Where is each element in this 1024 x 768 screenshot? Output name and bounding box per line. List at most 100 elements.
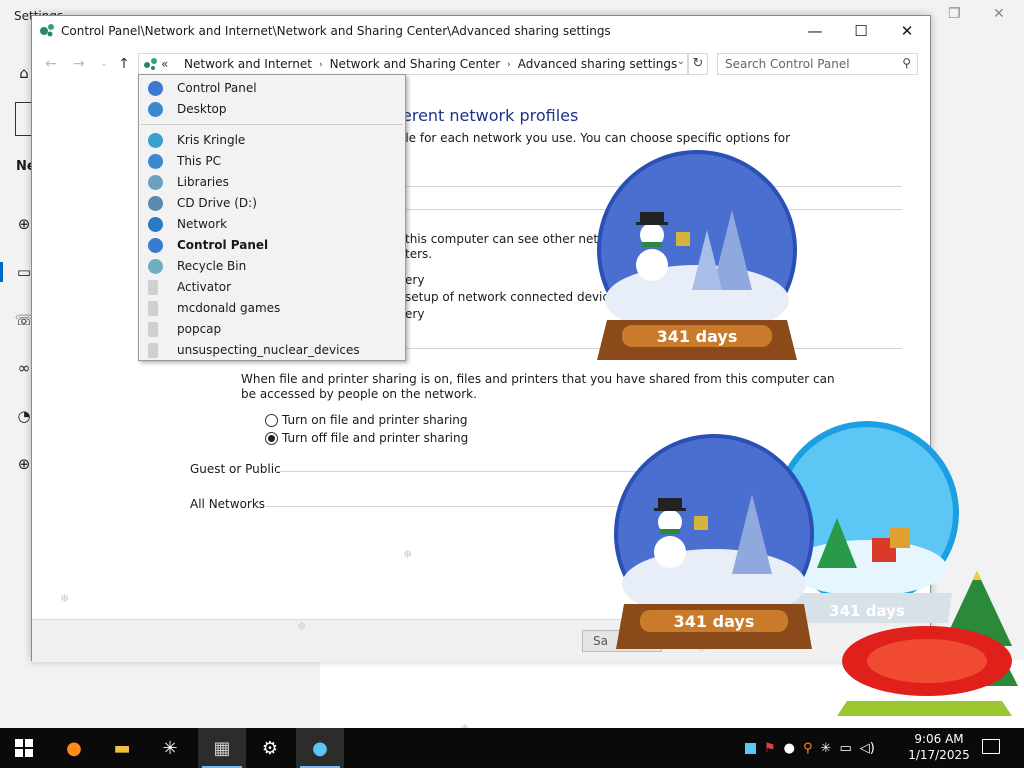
file-explorer-icon[interactable]: ▬ xyxy=(98,728,146,768)
title-bar[interactable]: Control Panel\Network and Internet\Netwo… xyxy=(32,16,930,47)
search-icon[interactable]: ⚲ xyxy=(902,56,911,70)
folder-icon xyxy=(148,280,158,295)
back-icon[interactable]: ← xyxy=(41,56,61,72)
breadcrumb-item[interactable]: Advanced sharing settings xyxy=(511,57,684,73)
breadcrumb-item[interactable]: Network and Internet xyxy=(177,57,319,73)
settings-gear-icon[interactable]: ⚙ xyxy=(246,728,294,768)
menu-item-kris-kringle[interactable]: Kris Kringle xyxy=(139,130,405,151)
control-panel-icon xyxy=(148,81,163,96)
menu-item-network[interactable]: Network xyxy=(139,214,405,235)
clock-date: 1/17/2025 xyxy=(908,748,970,762)
network-icon xyxy=(148,217,163,232)
menu-item-this-pc[interactable]: This PC xyxy=(139,151,405,172)
menu-item-label: Control Panel xyxy=(177,81,257,95)
this-pc-icon xyxy=(148,154,163,169)
menu-item-control-panel[interactable]: Control Panel xyxy=(139,78,405,99)
days-counter-label: 341 days xyxy=(674,612,755,631)
menu-item-label: Desktop xyxy=(177,102,227,116)
radio-circle-selected[interactable] xyxy=(265,431,278,445)
user-folder-icon xyxy=(148,133,163,148)
network-discovery-on-label[interactable]: ery xyxy=(405,273,424,287)
volume-icon[interactable]: ◁) xyxy=(860,741,875,756)
search-input[interactable]: Search Control Panel ⚲ xyxy=(717,53,918,75)
windows-logo-icon xyxy=(15,739,33,757)
christmas-tree-widget[interactable] xyxy=(832,566,1020,726)
snow-globe-widget-front[interactable]: 341 days xyxy=(612,434,817,654)
network-discovery-off-label[interactable]: ery xyxy=(405,307,424,321)
breadcrumb: Network and Internet › Network and Shari… xyxy=(177,57,684,73)
minimize-button[interactable]: — xyxy=(792,16,838,47)
tray-drop-icon[interactable]: ● xyxy=(784,741,795,756)
menu-item-label: CD Drive (D:) xyxy=(177,196,257,210)
search-placeholder: Search Control Panel xyxy=(725,57,850,71)
clock[interactable]: 9:06 AM 1/17/2025 xyxy=(906,731,972,763)
turn-off-sharing-radio[interactable]: Turn off file and printer sharing xyxy=(265,431,468,445)
menu-item-libraries[interactable]: Libraries xyxy=(139,172,405,193)
file-sharing-desc: When file and printer sharing is on, fil… xyxy=(241,372,835,386)
turn-on-sharing-radio[interactable]: Turn on file and printer sharing xyxy=(265,413,468,427)
close-button[interactable]: ✕ xyxy=(884,16,930,47)
up-icon[interactable]: ↑ xyxy=(114,56,134,72)
address-overflow-chevron[interactable]: « xyxy=(161,57,168,71)
menu-item-activator[interactable]: Activator xyxy=(139,277,405,298)
chevron-down-icon[interactable]: ⌄ xyxy=(677,56,685,67)
menu-item-label: mcdonald games xyxy=(177,301,281,315)
menu-item-control-panel[interactable]: Control Panel xyxy=(139,235,405,256)
tray-flag-icon[interactable]: ⚑ xyxy=(764,741,776,756)
network-discovery-desc-2: ters. xyxy=(405,247,433,261)
menu-item-label: Control Panel xyxy=(177,238,269,252)
menu-item-desktop[interactable]: Desktop xyxy=(139,99,405,120)
menu-item-label: popcap xyxy=(177,322,222,336)
menu-item-label: unsuspecting_nuclear_devices xyxy=(177,343,360,357)
refresh-icon[interactable]: ↻ xyxy=(688,53,708,75)
intro-text: ile for each network you use. You can ch… xyxy=(402,131,791,145)
days-counter-label: 341 days xyxy=(657,327,738,346)
network-tray-icon[interactable]: ▭ xyxy=(839,741,851,756)
notification-icon[interactable] xyxy=(982,739,1000,754)
radio-label[interactable]: Turn on file and printer sharing xyxy=(282,413,468,427)
cd-drive-icon xyxy=(148,196,163,211)
menu-item-label: Network xyxy=(177,217,228,231)
firefox-icon[interactable]: ● xyxy=(50,728,98,768)
recycle-bin-icon xyxy=(148,259,163,274)
menu-item-mcdonald-games[interactable]: mcdonald games xyxy=(139,298,405,319)
control-panel-task-icon[interactable]: ▦ xyxy=(198,728,246,768)
menu-item-label: Activator xyxy=(177,280,232,294)
address-overflow-menu: Control Panel Desktop Kris Kringle This PC L… xyxy=(138,74,406,361)
start-button[interactable] xyxy=(0,728,48,768)
menu-item-label: Kris Kringle xyxy=(177,133,246,147)
maximize-button[interactable]: ☐ xyxy=(838,16,884,47)
desktop-icon xyxy=(148,102,163,117)
menu-item-label: This PC xyxy=(177,154,221,168)
tray-search-icon[interactable]: ⚲ xyxy=(803,741,813,756)
network-sharing-icon xyxy=(40,24,54,37)
menu-item-popcap[interactable]: popcap xyxy=(139,319,405,340)
close-icon[interactable]: ✕ xyxy=(993,6,1005,22)
tray-sparkle-icon[interactable]: ✳ xyxy=(821,741,832,756)
folder-icon xyxy=(148,301,158,316)
clock-time: 9:06 AM xyxy=(914,732,964,746)
snowflake-icon: ❄ xyxy=(297,620,307,633)
recent-dropdown-icon[interactable]: ⌄ xyxy=(94,56,114,72)
menu-item-unsuspecting-nuclear-devices[interactable]: unsuspecting_nuclear_devices xyxy=(139,340,405,361)
menu-item-cd-drive-d[interactable]: CD Drive (D:) xyxy=(139,193,405,214)
sparkle-app-icon[interactable]: ✳ xyxy=(146,728,194,768)
menu-item-label: Recycle Bin xyxy=(177,259,247,273)
forward-icon[interactable]: → xyxy=(69,56,89,72)
globe-app-icon[interactable]: ● xyxy=(296,728,344,768)
breadcrumb-item[interactable]: Network and Sharing Center xyxy=(323,57,508,73)
restore-icon[interactable]: ❐ xyxy=(948,6,961,22)
page-title: erent network profiles xyxy=(402,106,579,125)
tray-app-icon[interactable] xyxy=(745,742,756,754)
system-tray: ⚑ ● ⚲ ✳ ▭ ◁) xyxy=(745,728,875,768)
radio-label[interactable]: Turn off file and printer sharing xyxy=(282,431,468,445)
window-title: Control Panel\Network and Internet\Netwo… xyxy=(61,24,611,38)
radio-circle[interactable] xyxy=(265,413,278,427)
folder-icon xyxy=(148,322,158,337)
menu-item-recycle-bin[interactable]: Recycle Bin xyxy=(139,256,405,277)
snow-globe-widget[interactable]: 341 days xyxy=(592,150,802,370)
guest-public-section[interactable]: Guest or Public xyxy=(190,462,281,476)
location-icon xyxy=(144,58,157,70)
address-bar[interactable]: « Network and Internet › Network and Sha… xyxy=(138,53,688,75)
all-networks-section[interactable]: All Networks xyxy=(190,497,265,511)
